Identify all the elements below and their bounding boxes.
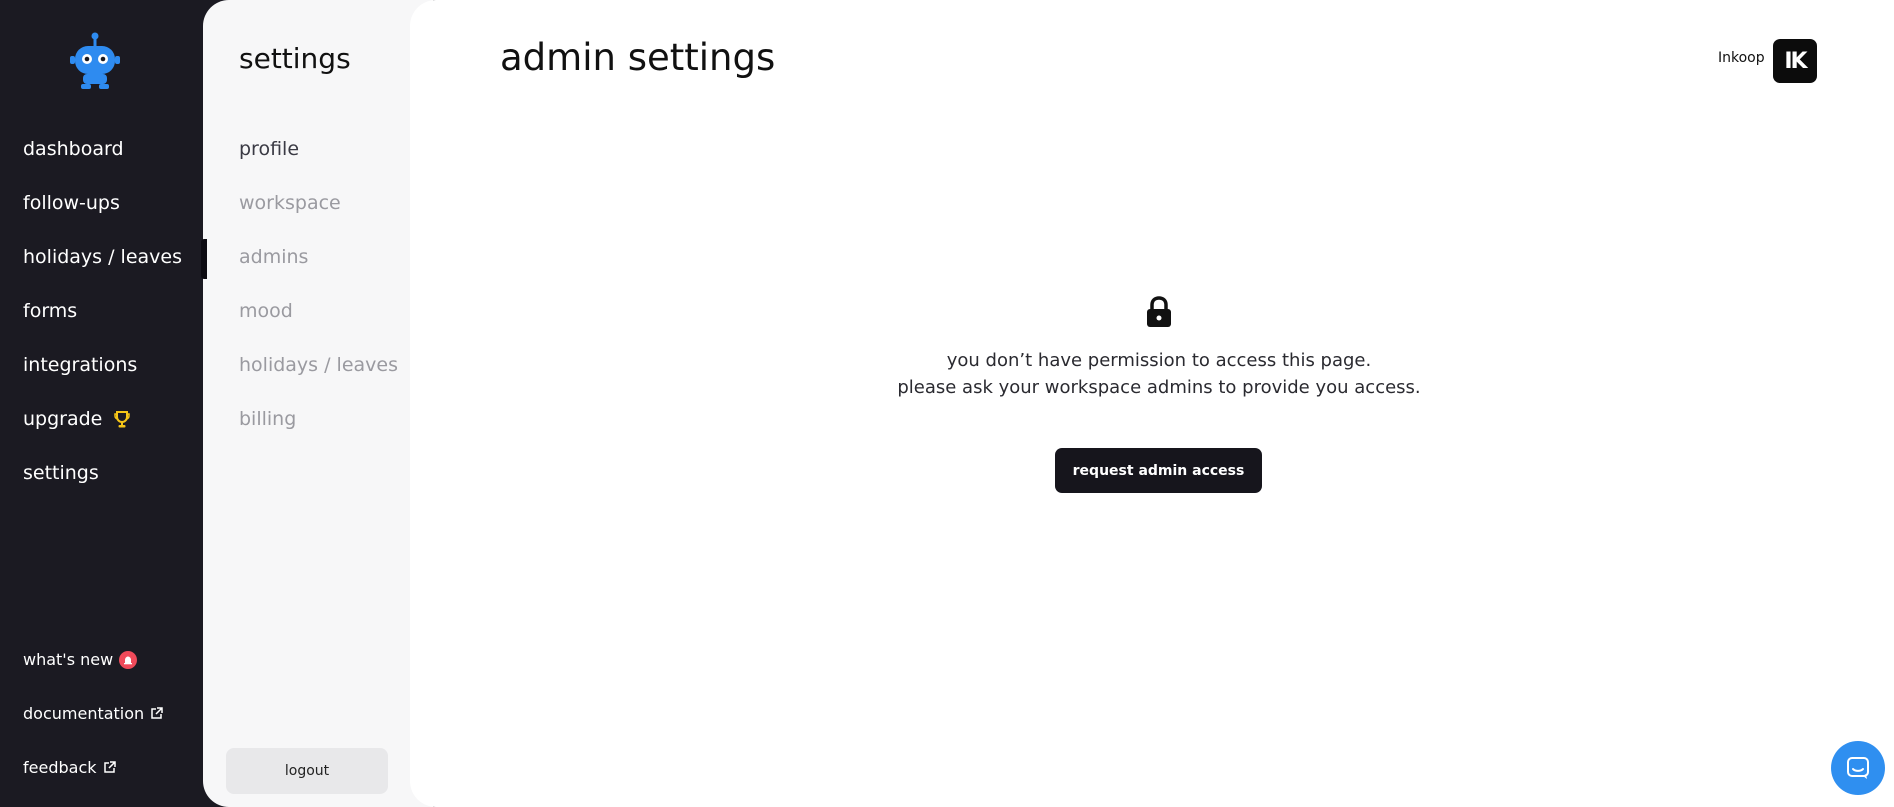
- alert-badge-icon: [119, 650, 138, 669]
- settings-item-mood[interactable]: mood: [239, 300, 293, 322]
- nav-item-upgrade-label: upgrade: [23, 408, 103, 430]
- documentation-label: documentation: [23, 704, 145, 723]
- lock-icon: [1147, 296, 1171, 327]
- nav-item-holidays-leaves[interactable]: holidays / leaves: [23, 246, 182, 268]
- settings-item-holidays-leaves[interactable]: holidays / leaves: [239, 354, 398, 376]
- avatar[interactable]: IK: [1773, 39, 1817, 83]
- external-link-icon: [103, 761, 116, 773]
- nav-item-forms[interactable]: forms: [23, 300, 77, 322]
- robot-logo-icon[interactable]: [70, 32, 120, 90]
- settings-panel: settings profile workspace admins mood h…: [203, 0, 433, 807]
- nav-item-settings[interactable]: settings: [23, 462, 99, 484]
- chat-icon: [1847, 757, 1869, 779]
- page-title: admin settings: [500, 36, 776, 79]
- permission-message-line2: please ask your workspace admins to prov…: [897, 377, 1421, 398]
- settings-item-workspace[interactable]: workspace: [239, 192, 341, 214]
- whats-new-link[interactable]: what's new: [23, 650, 138, 669]
- settings-item-billing[interactable]: billing: [239, 408, 296, 430]
- nav-item-follow-ups[interactable]: follow-ups: [23, 192, 120, 214]
- external-link-icon: [151, 707, 163, 719]
- feedback-label: feedback: [23, 758, 97, 777]
- permission-message-line1: you don’t have permission to access this…: [946, 350, 1372, 371]
- active-nav-indicator: [201, 239, 207, 279]
- settings-item-admins[interactable]: admins: [239, 246, 308, 268]
- settings-panel-title: settings: [239, 42, 351, 75]
- whats-new-label: what's new: [23, 650, 114, 669]
- settings-item-profile[interactable]: profile: [239, 138, 299, 160]
- documentation-link[interactable]: documentation: [23, 704, 163, 723]
- nav-item-integrations[interactable]: integrations: [23, 354, 137, 376]
- nav-item-dashboard[interactable]: dashboard: [23, 138, 124, 160]
- request-admin-access-button[interactable]: request admin access: [1055, 448, 1262, 493]
- feedback-link[interactable]: feedback: [23, 758, 116, 777]
- nav-item-upgrade[interactable]: upgrade: [23, 408, 131, 430]
- logout-button[interactable]: logout: [226, 748, 388, 794]
- trophy-icon: [114, 410, 131, 427]
- chat-bubble-icon[interactable]: [1831, 741, 1885, 795]
- user-name: Inkoop: [1718, 50, 1765, 66]
- main-content: admin settings Inkoop IK you don’t have …: [410, 0, 1894, 807]
- main-sidebar: dashboard follow-ups holidays / leaves f…: [0, 0, 203, 807]
